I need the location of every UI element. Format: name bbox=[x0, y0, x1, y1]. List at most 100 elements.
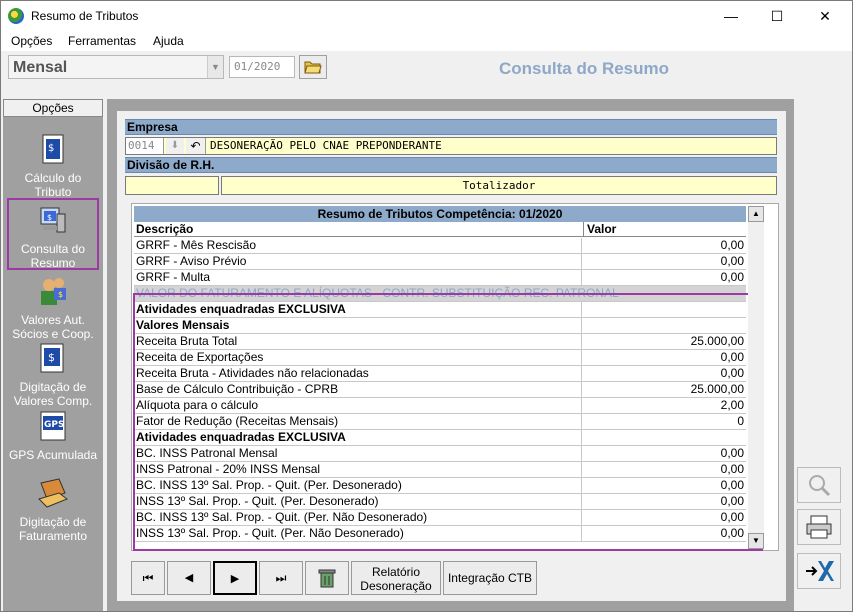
table-row[interactable]: Receita Bruta - Atividades não relaciona… bbox=[134, 366, 746, 382]
empresa-row: 0014 ⬇ ↶ DESONERAÇÃO PELO CNAE PREPONDER… bbox=[125, 137, 777, 155]
table-row[interactable]: GRRF - Mês Rescisão 0,00 bbox=[134, 238, 746, 254]
relatorio-label-line1: Relatório bbox=[371, 565, 421, 579]
row-descricao: GRRF - Multa bbox=[136, 270, 582, 286]
menu-bar: Opções Ferramentas Ajuda bbox=[1, 31, 852, 51]
row-descricao: BC. INSS 13º Sal. Prop. - Quit. (Per. Nã… bbox=[136, 510, 582, 526]
trash-button[interactable] bbox=[305, 561, 349, 595]
sidebar-header: Opções bbox=[3, 99, 103, 117]
row-descricao: INSS 13º Sal. Prop. - Quit. (Per. Não De… bbox=[136, 526, 582, 542]
table-row[interactable]: INSS 13º Sal. Prop. - Quit. (Per. Desone… bbox=[134, 494, 746, 510]
menu-ferramentas[interactable]: Ferramentas bbox=[68, 34, 136, 48]
sidebar-item-faturamento[interactable]: Digitação de Faturamento bbox=[7, 477, 99, 543]
row-valor: 0,00 bbox=[720, 510, 744, 524]
table-row[interactable]: Alíquota para o cálculo 2,00 bbox=[134, 398, 746, 414]
partners-icon: $ bbox=[41, 278, 66, 305]
table-row[interactable]: GRRF - Multa 0,00 bbox=[134, 270, 746, 286]
row-descricao: BC. INSS Patronal Mensal bbox=[136, 446, 582, 462]
table-row[interactable]: INSS Patronal - 20% INSS Mensal 0,00 bbox=[134, 462, 746, 478]
gps-icon: GPS bbox=[40, 411, 66, 441]
magnifier-icon bbox=[809, 475, 831, 497]
competencia-input[interactable]: 01/2020 bbox=[229, 56, 295, 78]
table-row[interactable]: Valores Mensais bbox=[134, 318, 746, 334]
sidebar-item-socios[interactable]: $ Valores Aut. Sócios e Coop. bbox=[7, 275, 99, 341]
table-row[interactable]: Fator de Redução (Receitas Mensais) 0 bbox=[134, 414, 746, 430]
exit-button[interactable] bbox=[797, 553, 841, 589]
row-descricao: Alíquota para o cálculo bbox=[136, 398, 582, 414]
previous-record-button[interactable]: ◀ bbox=[167, 561, 211, 595]
table-row[interactable]: BC. INSS Patronal Mensal 0,00 bbox=[134, 446, 746, 462]
close-button[interactable]: ✕ bbox=[802, 1, 848, 31]
row-valor: 25.000,00 bbox=[690, 334, 744, 348]
title-bar: Resumo de Tributos — ☐ ✕ bbox=[1, 1, 852, 31]
period-select[interactable]: Mensal ▼ bbox=[8, 55, 224, 79]
sidebar-item-gps[interactable]: GPS GPS Acumulada bbox=[7, 410, 99, 462]
table-row[interactable]: Atividades enquadradas EXCLUSIVA bbox=[134, 430, 746, 446]
open-folder-button[interactable] bbox=[299, 55, 327, 79]
grid-rows: GRRF - Mês Rescisão 0,00 GRRF - Aviso Prév… bbox=[134, 238, 746, 542]
row-valor: 0,00 bbox=[720, 366, 744, 380]
row-descricao: BC. INSS 13º Sal. Prop. - Quit. (Per. De… bbox=[136, 478, 582, 494]
table-row[interactable]: Receita Bruta Total 25.000,00 bbox=[134, 334, 746, 350]
svg-text:GPS: GPS bbox=[44, 420, 64, 430]
table-row[interactable]: INSS 13º Sal. Prop. - Quit. (Per. Não De… bbox=[134, 526, 746, 542]
row-valor: 0,00 bbox=[720, 462, 744, 476]
sidebar-item-consulta[interactable]: $ Consulta do Resumo bbox=[7, 198, 99, 270]
maximize-button[interactable]: ☐ bbox=[754, 1, 800, 31]
vertical-scrollbar[interactable]: ▲ ▼ bbox=[748, 206, 764, 549]
sidebar-item-digitacao-valores[interactable]: $ Digitação de Valores Comp. bbox=[7, 342, 99, 408]
relatorio-label-line2: Desoneração bbox=[360, 579, 432, 593]
column-header-descricao[interactable]: Descrição bbox=[134, 222, 584, 237]
row-descricao: Receita de Exportações bbox=[136, 350, 582, 366]
computer-consult-icon: $ bbox=[40, 207, 66, 233]
divisao-input[interactable] bbox=[125, 176, 219, 195]
last-record-button[interactable]: ⏭ bbox=[259, 561, 303, 595]
table-row[interactable]: Base de Cálculo Contribuição - CPRB 25.00… bbox=[134, 382, 746, 398]
minimize-button[interactable]: — bbox=[708, 1, 754, 31]
first-record-button[interactable]: ⏮ bbox=[131, 561, 165, 595]
row-descricao: Base de Cálculo Contribuição - CPRB bbox=[136, 382, 582, 398]
column-header-valor[interactable]: Valor bbox=[584, 222, 746, 237]
main-panel: Empresa 0014 ⬇ ↶ DESONERAÇÃO PELO CNAE P… bbox=[107, 99, 794, 611]
divisao-label: Divisão de R.H. bbox=[125, 157, 777, 173]
row-valor: 0,00 bbox=[720, 446, 744, 460]
row-valor: 0 bbox=[737, 414, 744, 428]
main-content: Empresa 0014 ⬇ ↶ DESONERAÇÃO PELO CNAE P… bbox=[117, 111, 786, 601]
download-icon[interactable]: ⬇ bbox=[166, 138, 184, 154]
next-record-button[interactable]: ▶ bbox=[213, 561, 257, 595]
page-heading: Consulta do Resumo bbox=[499, 59, 670, 78]
row-descricao: Receita Bruta Total bbox=[136, 334, 582, 350]
scroll-down-icon[interactable]: ▼ bbox=[748, 533, 764, 549]
window-title: Resumo de Tributos bbox=[31, 9, 139, 23]
svg-text:$: $ bbox=[58, 290, 63, 299]
scroll-up-icon[interactable]: ▲ bbox=[748, 206, 764, 222]
row-valor: 2,00 bbox=[720, 398, 744, 412]
search-disabled-button[interactable] bbox=[797, 467, 841, 503]
empresa-code-input[interactable]: 0014 bbox=[126, 138, 164, 154]
sidebar-item-calculo[interactable]: $ Cálculo do Tributo bbox=[7, 133, 99, 199]
trash-icon bbox=[318, 569, 336, 588]
integracao-ctb-button[interactable]: Integração CTB bbox=[443, 561, 537, 595]
undo-icon[interactable]: ↶ bbox=[186, 138, 206, 154]
table-row[interactable]: Receita de Exportações 0,00 bbox=[134, 350, 746, 366]
menu-ajuda[interactable]: Ajuda bbox=[153, 34, 184, 48]
row-valor: 0,00 bbox=[720, 494, 744, 508]
table-row[interactable]: BC. INSS 13º Sal. Prop. - Quit. (Per. Nã… bbox=[134, 510, 746, 526]
menu-opcoes[interactable]: Opções bbox=[11, 34, 52, 48]
print-button[interactable] bbox=[797, 509, 841, 545]
row-valor: 0,00 bbox=[720, 238, 744, 252]
sidebar-item-label: GPS Acumulada bbox=[8, 448, 98, 462]
row-descricao: Receita Bruta - Atividades não relaciona… bbox=[136, 366, 582, 382]
table-row[interactable]: VALOR DO FATURAMENTO E ALÍQUOTAS - CONTR… bbox=[134, 286, 746, 302]
period-select-value: Mensal bbox=[13, 59, 68, 76]
table-row[interactable]: BC. INSS 13º Sal. Prop. - Quit. (Per. De… bbox=[134, 478, 746, 494]
sidebar-item-label: Valores Aut. Sócios e Coop. bbox=[12, 313, 94, 341]
document-dollar-icon: $ bbox=[40, 343, 64, 373]
sidebar-item-label: Digitação de Valores Comp. bbox=[13, 380, 93, 408]
row-descricao: INSS 13º Sal. Prop. - Quit. (Per. Desone… bbox=[136, 494, 582, 510]
table-row[interactable]: Atividades enquadradas EXCLUSIVA bbox=[134, 302, 746, 318]
table-row[interactable]: GRRF - Aviso Prévio 0,00 bbox=[134, 254, 746, 270]
grid-title: Resumo de Tributos Competência: 01/2020 bbox=[134, 206, 746, 222]
row-valor: 25.000,00 bbox=[690, 382, 744, 396]
relatorio-desoneracao-button[interactable]: Relatório Desoneração bbox=[351, 561, 441, 595]
chevron-down-icon[interactable]: ▼ bbox=[207, 56, 223, 78]
